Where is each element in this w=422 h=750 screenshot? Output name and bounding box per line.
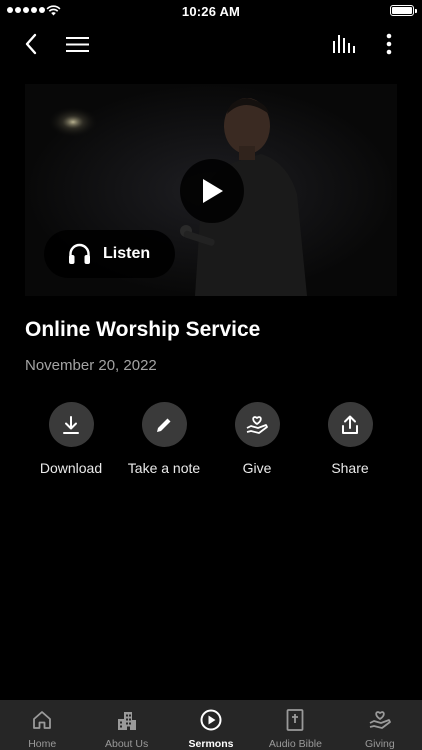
- hand-heart-icon: [369, 710, 391, 729]
- building-icon: [117, 711, 136, 730]
- tab-home-label: Home: [28, 738, 57, 750]
- listen-label: Listen: [103, 245, 151, 262]
- menu-button[interactable]: [57, 24, 97, 64]
- tab-sermons-label: Sermons: [188, 738, 234, 750]
- home-icon: [33, 710, 52, 729]
- download-icon: [63, 415, 79, 434]
- give-label: Give: [242, 460, 272, 476]
- tab-sermons[interactable]: Sermons: [169, 700, 253, 750]
- share-button[interactable]: [327, 402, 373, 447]
- top-nav-bar: [0, 24, 422, 64]
- share-label: Share: [331, 460, 369, 476]
- take-note-button[interactable]: [141, 402, 187, 447]
- back-button[interactable]: [11, 24, 51, 64]
- tab-home[interactable]: Home: [0, 700, 84, 750]
- tab-about-us[interactable]: About Us: [84, 700, 168, 750]
- sermon-title: Online Worship Service: [25, 318, 261, 341]
- share-icon: [342, 415, 358, 434]
- tab-giving-label: Giving: [364, 738, 395, 750]
- play-icon: [203, 179, 223, 203]
- more-options-button[interactable]: [369, 24, 409, 64]
- bible-icon: [287, 708, 304, 731]
- take-note-action[interactable]: Take a note: [114, 402, 214, 476]
- status-bar: 10:26 AM: [0, 0, 422, 22]
- chevron-left-icon: [25, 33, 37, 55]
- tab-audio-bible[interactable]: Audio Bible: [253, 700, 337, 750]
- give-action[interactable]: Give: [207, 402, 307, 476]
- download-label: Download: [39, 460, 103, 476]
- tab-audio-bible-label: Audio Bible: [268, 738, 322, 750]
- give-button[interactable]: [234, 402, 280, 447]
- share-action[interactable]: Share: [300, 402, 400, 476]
- play-circle-icon: [200, 709, 222, 730]
- download-action[interactable]: Download: [21, 402, 121, 476]
- take-note-label: Take a note: [127, 460, 201, 476]
- battery-icon: [390, 5, 417, 16]
- pencil-icon: [157, 418, 171, 432]
- vertical-dots-icon: [386, 33, 392, 55]
- play-button[interactable]: [180, 159, 244, 223]
- sermon-video-thumbnail[interactable]: Listen: [25, 84, 397, 296]
- listen-button[interactable]: Listen: [44, 230, 175, 278]
- download-button[interactable]: [48, 402, 94, 447]
- tab-giving[interactable]: Giving: [338, 700, 422, 750]
- headphones-icon: [69, 243, 90, 264]
- hand-heart-icon: [246, 415, 268, 434]
- bottom-tab-bar: Home About Us Sermons Audio Bible Giving: [0, 700, 422, 750]
- audio-bars-icon: [333, 35, 355, 53]
- audio-button[interactable]: [324, 24, 364, 64]
- sermon-date: November 20, 2022: [25, 357, 157, 374]
- status-time: 10:26 AM: [181, 4, 241, 19]
- tab-about-us-label: About Us: [105, 738, 149, 750]
- hamburger-icon: [65, 36, 89, 52]
- sermon-actions: Download Take a note Give Share: [0, 402, 422, 482]
